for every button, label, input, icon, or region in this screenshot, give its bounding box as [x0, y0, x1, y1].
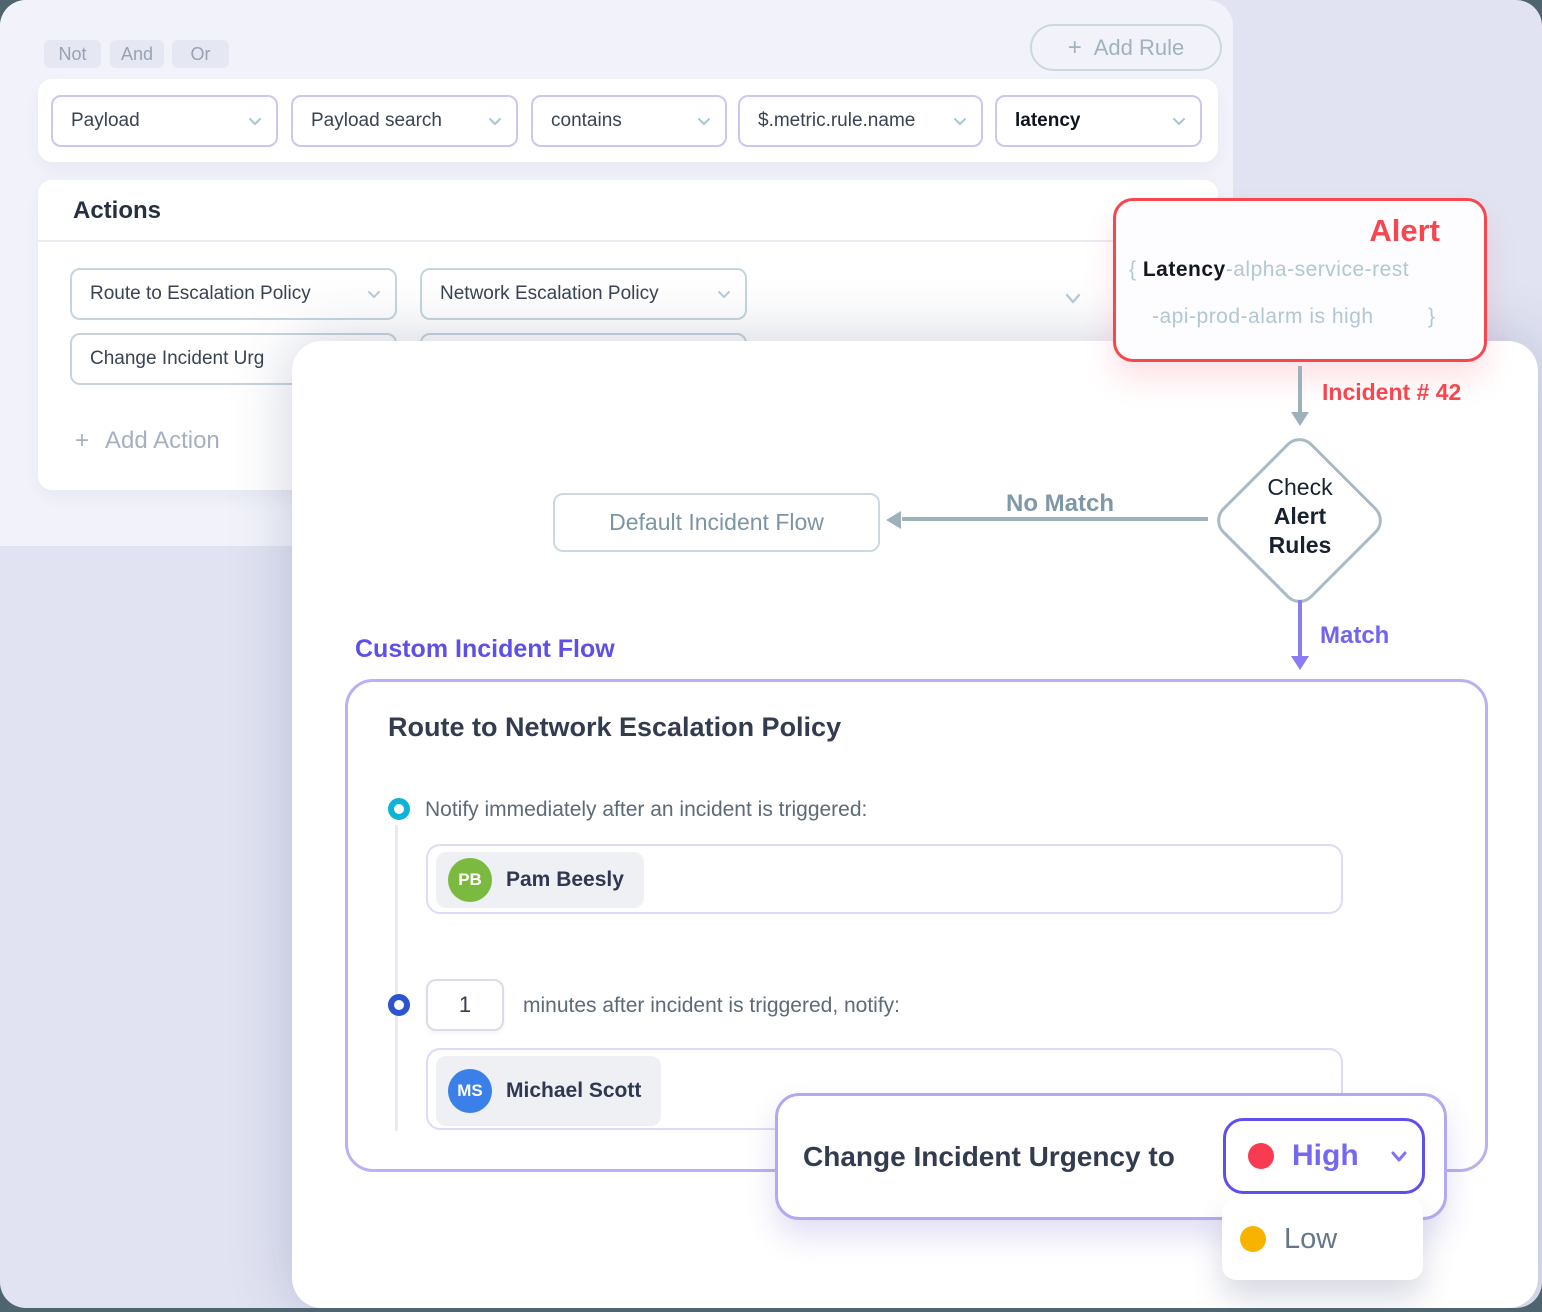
chevron-down-icon: [715, 285, 733, 303]
brace-close: }: [1428, 305, 1436, 328]
action-type-value: Route to Escalation Policy: [90, 283, 311, 305]
rule-operator-dropdown[interactable]: contains: [531, 95, 727, 147]
user-name: Pam Beesly: [506, 868, 644, 892]
change-urgency-label: Change Incident Urgency to: [803, 1141, 1175, 1173]
rule-operator-value: contains: [551, 110, 622, 132]
chevron-down-icon[interactable]: [1062, 287, 1084, 309]
chevron-down-icon: [1170, 112, 1188, 130]
rule-path-dropdown[interactable]: $.metric.rule.name: [738, 95, 983, 147]
custom-incident-flow-heading: Custom Incident Flow: [355, 635, 615, 664]
user-chip[interactable]: MS Michael Scott: [436, 1056, 661, 1126]
add-action-button[interactable]: + Add Action: [75, 427, 220, 455]
action-policy-dropdown[interactable]: Network Escalation Policy: [420, 268, 747, 320]
chevron-down-icon: [246, 112, 264, 130]
avatar: MS: [448, 1069, 492, 1113]
rule-search-value: Payload search: [311, 110, 442, 132]
logic-and-button[interactable]: And: [110, 40, 164, 68]
chevron-down-icon: [1387, 1144, 1411, 1168]
chevron-down-icon: [486, 112, 504, 130]
plus-icon: +: [75, 427, 89, 455]
alert-line2: -api-prod-alarm is high: [1152, 305, 1374, 328]
add-rule-label: Add Rule: [1094, 35, 1185, 61]
logic-not-label: Not: [58, 44, 86, 65]
urgency-low-label: Low: [1284, 1223, 1337, 1256]
add-action-label: Add Action: [105, 427, 220, 455]
action-policy-value: Network Escalation Policy: [440, 283, 659, 305]
step-connector-line: [395, 825, 398, 1131]
high-urgency-dot-icon: [1248, 1143, 1274, 1169]
logic-or-button[interactable]: Or: [172, 40, 229, 68]
arrow-down-icon: [1291, 412, 1309, 426]
rule-condition-bar: Payload Payload search contains $.metric…: [38, 79, 1218, 162]
chevron-down-icon: [365, 285, 383, 303]
alert-card: Alert { Latency-alpha-service-rest -api-…: [1113, 198, 1487, 362]
urgency-select[interactable]: High: [1223, 1118, 1425, 1194]
rule-value-dropdown[interactable]: latency: [995, 95, 1202, 147]
decision-diamond-text: Check Alert Rules: [1216, 473, 1384, 560]
actions-title: Actions: [73, 197, 161, 225]
minutes-input[interactable]: 1: [426, 979, 504, 1031]
notify-delayed-radio[interactable]: [388, 994, 410, 1016]
decision-line-2: Alert: [1216, 502, 1384, 531]
app-background: Not And Or + Add Rule Payload Payload se…: [0, 0, 1542, 1308]
avatar: PB: [448, 858, 492, 902]
logic-or-label: Or: [191, 44, 211, 65]
match-label: Match: [1320, 622, 1389, 650]
urgency-selected-value: High: [1292, 1139, 1359, 1173]
no-match-arrow-line: [902, 517, 1208, 521]
screenshot-canvas: Not And Or + Add Rule Payload Payload se…: [0, 0, 1542, 1312]
arrow-left-icon: [886, 511, 901, 529]
alert-arrow-line: [1298, 366, 1302, 414]
incident-number-label: Incident # 42: [1322, 379, 1461, 406]
action-type-dropdown[interactable]: Route to Escalation Policy: [70, 268, 397, 320]
alert-metric-name: Latency: [1143, 258, 1226, 281]
decision-line-1: Check: [1216, 473, 1384, 502]
rule-search-dropdown[interactable]: Payload search: [291, 95, 518, 147]
rule-field-value: Payload: [71, 110, 140, 132]
user-chip[interactable]: PB Pam Beesly: [436, 852, 644, 908]
alert-line1-rest: -alpha-service-rest: [1226, 258, 1409, 281]
default-incident-flow-label: Default Incident Flow: [609, 509, 824, 536]
decision-line-3: Rules: [1216, 531, 1384, 560]
rule-field-dropdown[interactable]: Payload: [51, 95, 278, 147]
brace-open: {: [1129, 258, 1137, 281]
chevron-down-icon: [695, 112, 713, 130]
logic-not-button[interactable]: Not: [44, 40, 101, 68]
alert-title: Alert: [1369, 213, 1440, 249]
action-urgency-value: Change Incident Urg: [90, 348, 264, 370]
urgency-option-low[interactable]: Low: [1222, 1198, 1423, 1280]
chevron-down-icon: [951, 112, 969, 130]
low-urgency-dot-icon: [1240, 1226, 1266, 1252]
no-match-label: No Match: [940, 490, 1180, 518]
alert-payload-line-1: { Latency-alpha-service-rest: [1129, 258, 1409, 282]
plus-icon: +: [1068, 36, 1082, 60]
rule-path-value: $.metric.rule.name: [758, 110, 915, 132]
add-rule-button[interactable]: + Add Rule: [1030, 24, 1222, 71]
default-incident-flow-node: Default Incident Flow: [553, 493, 880, 552]
divider: [38, 240, 1218, 242]
notify-immediately-radio[interactable]: [388, 798, 410, 820]
notify-immediately-label: Notify immediately after an incident is …: [425, 798, 867, 822]
minutes-value: 1: [459, 992, 471, 1018]
logic-and-label: And: [121, 44, 153, 65]
route-policy-title: Route to Network Escalation Policy: [388, 712, 841, 743]
rule-value-value: latency: [1015, 110, 1080, 132]
alert-payload-line-2: -api-prod-alarm is high }: [1152, 305, 1435, 329]
notify-user-field[interactable]: PB Pam Beesly: [426, 844, 1343, 914]
arrow-down-icon: [1291, 656, 1309, 670]
match-arrow-line: [1298, 600, 1302, 656]
user-name: Michael Scott: [506, 1079, 661, 1103]
notify-delayed-label: minutes after incident is triggered, not…: [523, 994, 900, 1018]
